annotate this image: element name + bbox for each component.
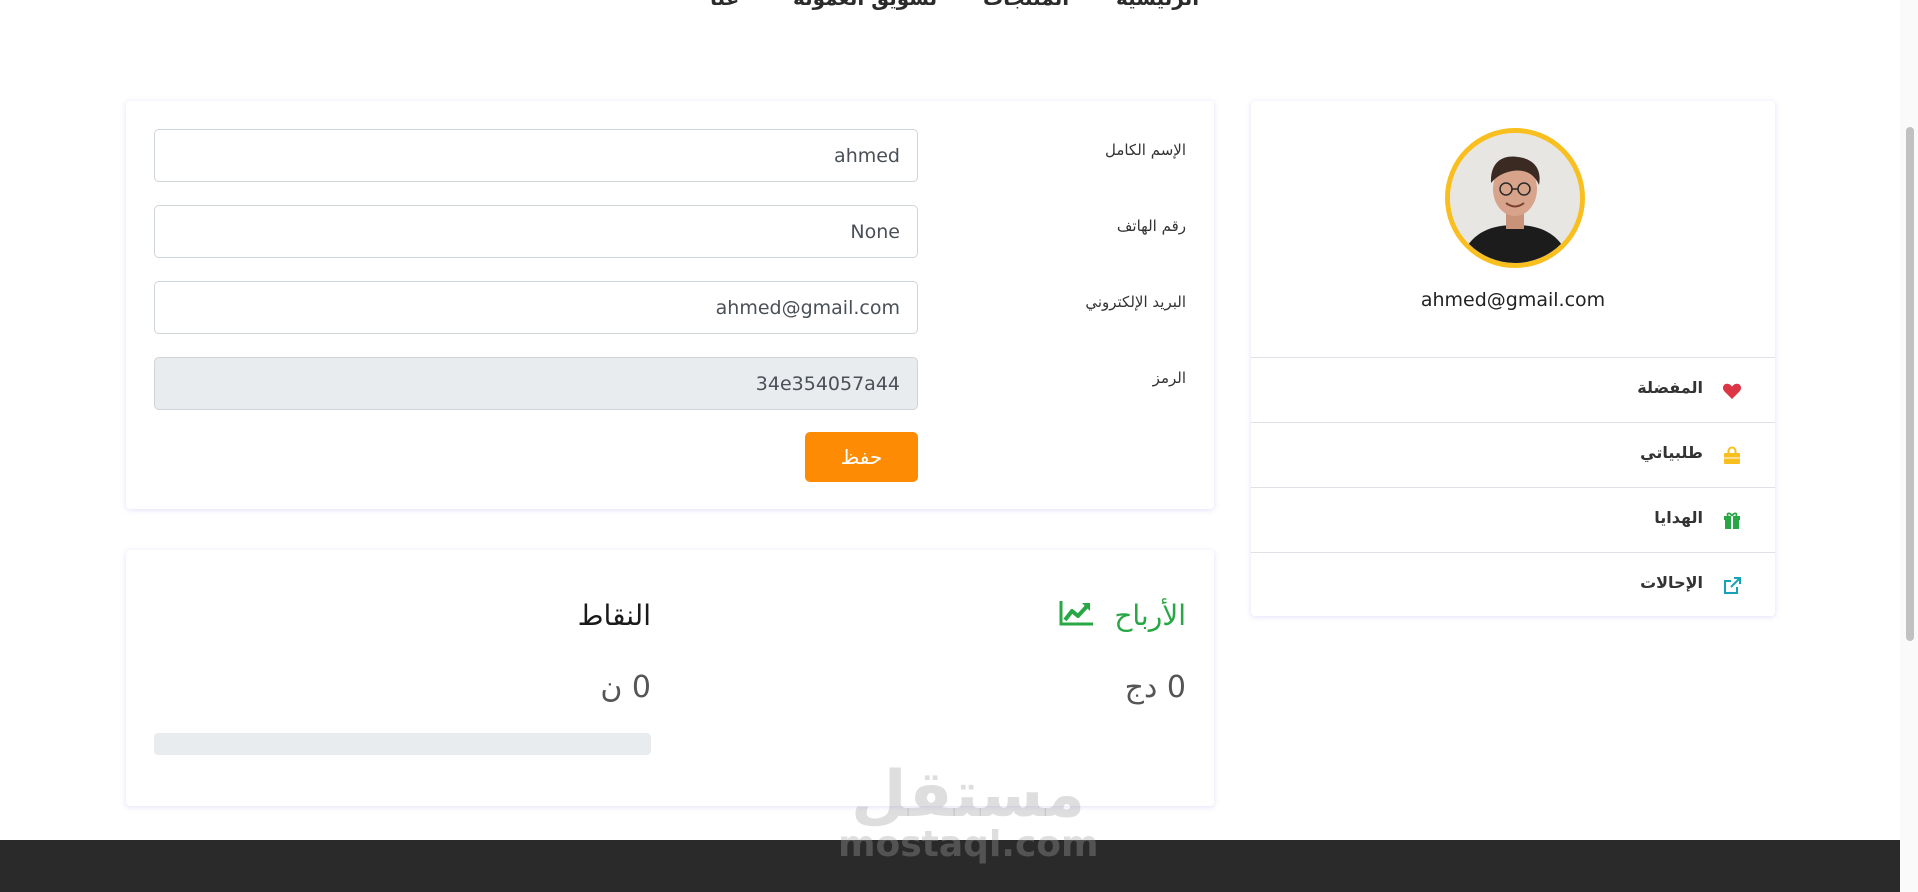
email-label: البريد الإلكتروني — [1085, 293, 1186, 311]
profile-form-card: الإسم الكامل رقم الهاتف البريد الإلكترون… — [126, 101, 1214, 509]
external-link-icon — [1724, 577, 1741, 594]
shopping-bag-icon — [1724, 446, 1740, 464]
menu-item-gifts[interactable]: الهدايا — [1251, 487, 1775, 552]
menu-item-label: المفضلة — [1637, 378, 1703, 397]
menu-item-favorites[interactable]: المفضلة — [1251, 357, 1775, 422]
email-input[interactable] — [154, 281, 918, 334]
code-input — [154, 357, 918, 410]
nav-link-affiliate[interactable]: تسويق العمولة — [793, 0, 937, 10]
save-button[interactable]: حفظ — [805, 432, 918, 482]
full-name-input[interactable] — [154, 129, 918, 182]
nav-link-products[interactable]: المنتجات — [983, 0, 1069, 10]
profile-sidebar-card: ahmed@gmail.com المفضلة طلبياتي الهدايا — [1251, 101, 1775, 616]
trend-chart-icon — [1059, 601, 1094, 626]
points-value: 0 ن — [600, 670, 651, 705]
top-navigation: الرئيسية المنتجات تسويق العمولة عنا — [700, 0, 1200, 16]
nav-link-about[interactable]: عنا — [710, 0, 739, 10]
points-progress-bar — [154, 733, 651, 755]
menu-item-orders[interactable]: طلبياتي — [1251, 422, 1775, 487]
footer-bar — [0, 840, 1900, 892]
stats-card: الأرباح 0 دج النقاط 0 ن — [126, 550, 1214, 806]
points-title: النقاط — [577, 599, 651, 632]
menu-item-label: الهدايا — [1654, 508, 1703, 527]
menu-item-label: الإحالات — [1640, 573, 1703, 592]
user-photo-icon — [1450, 133, 1580, 263]
menu-item-label: طلبياتي — [1640, 443, 1703, 462]
gift-icon — [1724, 512, 1740, 529]
scrollbar[interactable] — [1900, 0, 1918, 892]
scrollbar-thumb[interactable] — [1906, 127, 1914, 641]
menu-item-referrals[interactable]: الإحالات — [1251, 552, 1775, 617]
avatar — [1445, 128, 1585, 268]
nav-link-home[interactable]: الرئيسية — [1116, 0, 1199, 10]
heart-icon — [1722, 383, 1742, 399]
earnings-title-text: الأرباح — [1114, 599, 1186, 632]
profile-menu: المفضلة طلبياتي الهدايا الإحالات — [1251, 357, 1775, 617]
phone-label: رقم الهاتف — [1116, 217, 1186, 235]
earnings-value: 0 دج — [1124, 670, 1186, 705]
phone-input[interactable] — [154, 205, 918, 258]
full-name-label: الإسم الكامل — [1104, 141, 1186, 159]
profile-email: ahmed@gmail.com — [1420, 289, 1606, 311]
code-label: الرمز — [1152, 369, 1186, 387]
earnings-title: الأرباح — [1059, 599, 1186, 632]
